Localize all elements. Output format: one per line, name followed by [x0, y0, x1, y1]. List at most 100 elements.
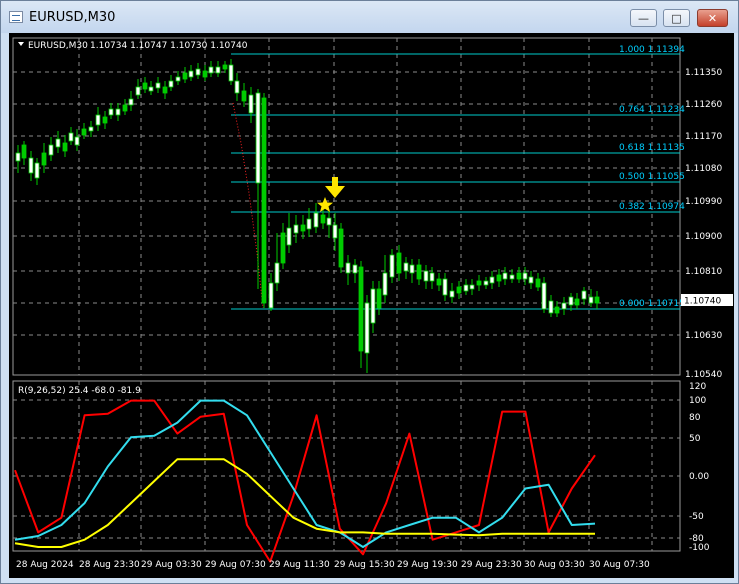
yellow-line: [14, 458, 595, 548]
candle-body: [588, 296, 594, 304]
minimize-button[interactable]: —: [630, 9, 657, 27]
candle-body: [594, 296, 600, 304]
indicator-tick-label: -100: [689, 543, 710, 553]
candle-body: [15, 152, 21, 162]
indicator-axis: 12010080500.00-50-80-100: [689, 382, 710, 553]
fibo-level-label: 0.618 1.11135: [619, 143, 685, 153]
price-tick-label: 1.10810: [685, 267, 722, 277]
fibonacci-levels[interactable]: 1.000 1.11394 0.764 1.11234 0.618 1.11135 0…: [231, 45, 685, 310]
candle-body: [528, 276, 534, 284]
candle-body: [202, 70, 208, 78]
main-panel-border: [12, 37, 681, 376]
fibo-level-label: 0.000 1.10715: [619, 299, 685, 309]
candle-body: [274, 262, 280, 284]
close-button[interactable]: ✕: [697, 9, 728, 27]
candle-body: [300, 224, 306, 232]
candle-body: [423, 270, 429, 282]
candle-body: [574, 298, 580, 306]
price-tick-label: 1.11260: [685, 100, 722, 110]
candle-body: [95, 114, 101, 126]
candle-body: [442, 278, 448, 296]
candle-body: [449, 290, 455, 298]
candle-body: [21, 144, 27, 159]
candle-body: [234, 80, 240, 94]
price-tick-label: 1.10990: [685, 197, 722, 207]
candle-body: [483, 280, 489, 286]
candle-body: [469, 284, 475, 290]
indicator-label: R(9,26,52) 25.4 -68.0 -81.9: [18, 386, 141, 396]
candle-body: [568, 296, 574, 306]
candle-body: [182, 72, 188, 80]
candle-body: [358, 266, 364, 352]
red-line: [14, 399, 596, 563]
candle-body: [541, 282, 547, 310]
candle-body: [502, 272, 508, 280]
fibo-level-label: 1.000 1.11394: [619, 45, 685, 55]
time-tick-label: 29 Aug 07:30: [205, 560, 266, 570]
candle-body: [155, 82, 161, 89]
time-tick-label: 28 Aug 2024: [16, 560, 74, 570]
time-tick-label: 30 Aug 07:30: [589, 560, 650, 570]
time-axis: 28 Aug 2024 28 Aug 23:30 29 Aug 03:30 29 Au…: [16, 560, 650, 570]
chart-window-icon: [9, 11, 23, 23]
time-tick-label: 29 Aug 03:30: [141, 560, 202, 570]
candle-body: [345, 262, 351, 274]
chart-svg[interactable]: 1.000 1.11394 0.764 1.11234 0.618 1.11135 0…: [9, 33, 734, 578]
price-tick-label: 1.11170: [685, 132, 722, 142]
candle-body: [88, 126, 94, 132]
indicator-tick-label: -50: [689, 512, 704, 522]
candle-body: [228, 64, 234, 82]
candle-body: [222, 64, 228, 70]
candle-body: [326, 217, 332, 226]
candle-body: [489, 276, 495, 284]
candle-body: [195, 68, 201, 76]
time-tick-label: 29 Aug 15:30: [334, 560, 395, 570]
candle-body: [81, 128, 87, 136]
indicator-tick-label: 80: [689, 413, 701, 423]
candle-body: [215, 66, 221, 74]
candle-body: [68, 132, 74, 142]
candle-body: [382, 272, 388, 296]
maximize-icon: □: [671, 11, 682, 25]
price-axis: 1.11350 1.11260 1.11170 1.11080 1.10990 1.109…: [685, 68, 722, 380]
time-tick-label: 29 Aug 23:30: [461, 560, 522, 570]
candle-body: [168, 80, 174, 88]
candle-body: [338, 228, 344, 268]
candle-body: [122, 104, 128, 112]
fibo-level-label: 0.500 1.11055: [619, 172, 685, 182]
chart-ohlc: 1.10734 1.10747 1.10730 1.10740: [90, 41, 248, 51]
indicator-tick-label: 50: [689, 434, 701, 444]
indicator-tick-label: 120: [689, 382, 706, 392]
candle-body: [255, 92, 261, 184]
candle-body: [62, 142, 68, 152]
candle-body: [261, 97, 267, 304]
candle-body: [241, 90, 247, 102]
candle-body: [280, 232, 286, 264]
candle-body: [429, 272, 435, 282]
time-tick-label: 28 Aug 23:30: [79, 560, 140, 570]
candle-body: [175, 76, 181, 82]
star-icon: [317, 197, 333, 212]
candle-body: [108, 108, 114, 116]
candle-body: [102, 116, 108, 124]
price-tick-label: 1.11350: [685, 68, 722, 78]
title-bar[interactable]: EURUSD,M30 — □ ✕: [1, 1, 738, 33]
candle-body: [55, 138, 61, 148]
price-tick-label: 1.10630: [685, 331, 722, 341]
candle-body: [293, 224, 299, 234]
fibo-level-label: 0.382 1.10974: [619, 202, 685, 212]
maximize-button[interactable]: □: [663, 9, 690, 27]
candle-body: [364, 302, 370, 354]
candle-body: [509, 274, 515, 280]
candle-body: [248, 94, 254, 114]
candle-body: [403, 262, 409, 272]
candle-body: [376, 288, 382, 309]
candle-body: [286, 227, 292, 246]
minimize-icon: —: [638, 11, 649, 25]
header-dropdown-icon[interactable]: [18, 42, 24, 46]
candle-body: [188, 70, 194, 78]
chart-symbol: EURUSD,M30: [28, 41, 88, 51]
candle-body: [370, 288, 376, 324]
chart-area[interactable]: 1.000 1.11394 0.764 1.11234 0.618 1.11135 0…: [9, 33, 734, 578]
down-arrow-signal-icon: [325, 177, 345, 198]
